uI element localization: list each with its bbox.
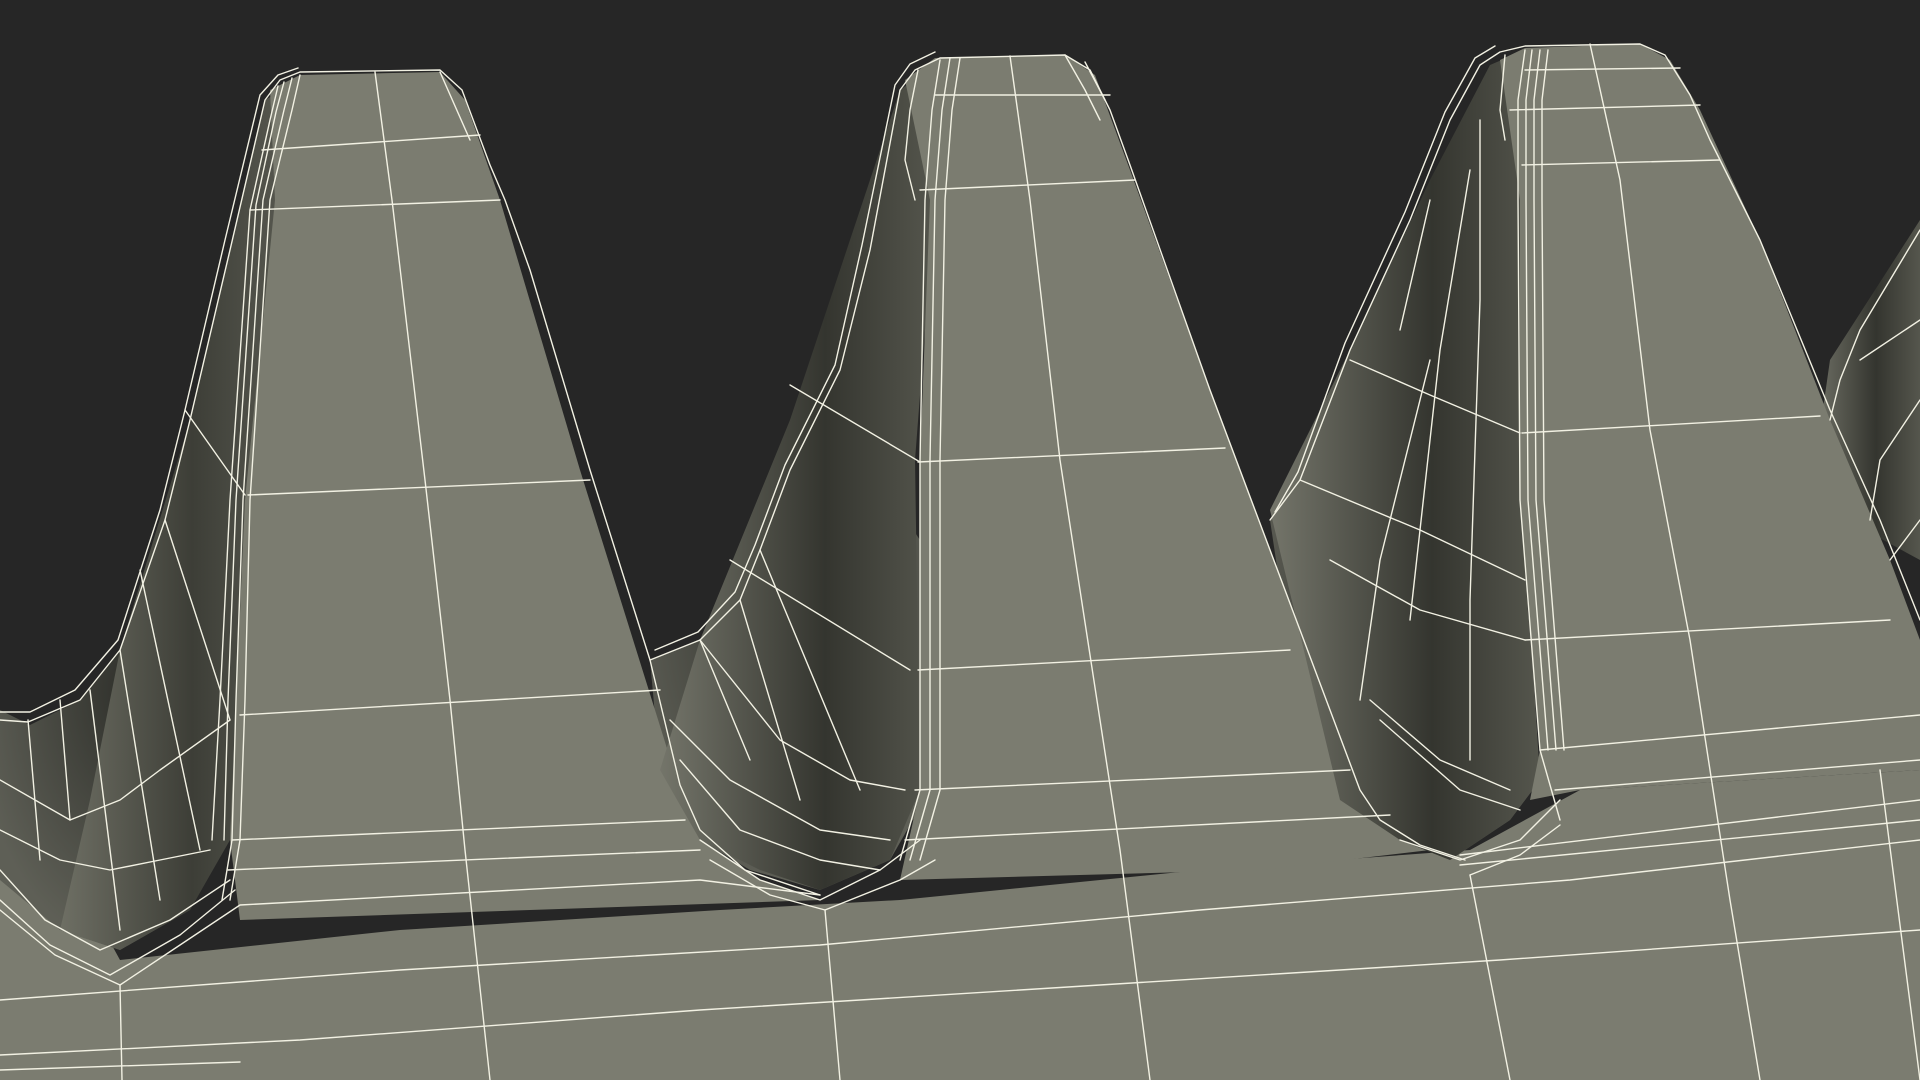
render-viewport — [0, 0, 1920, 1080]
gear-rack-render — [0, 0, 1920, 1080]
